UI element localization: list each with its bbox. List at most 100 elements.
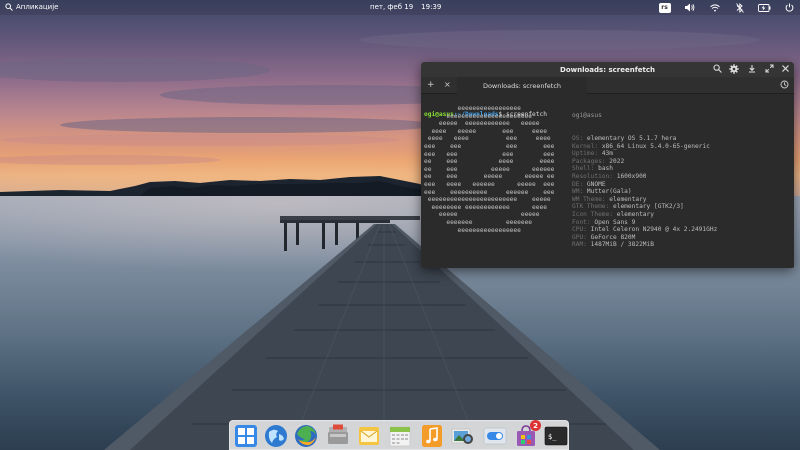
firefox-icon (295, 425, 317, 447)
history-icon[interactable] (780, 80, 789, 89)
info-value: Intel Celeron N2940 @ 4x 2.2491GHz (590, 226, 718, 234)
dock: 2 $_ (229, 420, 569, 450)
dock-item-music[interactable] (420, 424, 444, 448)
logo-line: eee eeeeeeeeee eeeeee eee (424, 188, 555, 196)
terminal-output[interactable]: ogi@asus:~/Downloads$ screenfetch eeeeee… (421, 94, 794, 268)
svg-text:$_: $_ (548, 433, 557, 441)
dock-item-terminal[interactable]: $_ (544, 424, 568, 448)
info-key: GTK Theme: (572, 203, 610, 211)
photos-icon (451, 428, 473, 444)
info-value: elementary OS 5.1.7 hera (586, 134, 677, 142)
settings-toggle-icon (483, 427, 507, 445)
update-count-badge: 2 (530, 420, 541, 431)
tab-downloads-screenfetch[interactable]: Downloads: screenfetch (457, 77, 587, 94)
info-key: WM: (572, 188, 584, 196)
terminal-titlebar[interactable]: Downloads: screenfetch (421, 62, 794, 77)
logo-line: eeeeeeeeeeeeeeeee (424, 226, 521, 234)
terminal-window: Downloads: screenfetch + × Downloads: sc… (421, 62, 794, 268)
info-row: WM Theme: elementary (572, 196, 717, 204)
info-value: 1600x900 (616, 172, 647, 180)
info-row: OS: elementary OS 5.1.7 hera (572, 135, 717, 143)
info-row: Shell: bash (572, 165, 717, 173)
logo-line: ee eee eeeee eeeee ee (424, 173, 555, 181)
dock-item-firefox[interactable] (294, 424, 318, 448)
info-key: WM Theme: (572, 195, 606, 203)
dock-item-system-settings[interactable] (483, 424, 507, 448)
indicator-area: rs (658, 1, 796, 14)
dock-item-web-browser[interactable] (264, 424, 288, 448)
info-value: elementary [GTK2/3] (613, 203, 684, 211)
applications-menu-label: Апликације (16, 3, 59, 11)
maximize-icon[interactable] (765, 64, 774, 73)
download-icon[interactable] (746, 64, 758, 73)
info-row: Font: Open Sans 9 (572, 219, 717, 227)
close-tab-button[interactable]: × (444, 80, 451, 89)
info-key: Resolution: (572, 172, 613, 180)
date-label: пет, феб 19 (370, 3, 414, 11)
terminal-header-actions (713, 64, 790, 74)
mail-icon (359, 427, 379, 445)
logo-line: ee eee eeeee eeeeee (424, 165, 555, 173)
info-value: Mutter(Gala) (586, 188, 632, 196)
info-key: Kernel: (572, 142, 599, 150)
info-row: WM: Mutter(Gala) (572, 188, 717, 196)
battery-charging-icon (758, 3, 771, 12)
session-indicator[interactable] (783, 1, 796, 14)
dock-item-mail[interactable] (357, 424, 381, 448)
info-value: GeForce 820M (590, 233, 636, 241)
datetime-indicator[interactable]: пет, феб 19 19:39 (370, 3, 441, 11)
info-value: GNOME (586, 180, 606, 188)
bluetooth-indicator[interactable] (733, 1, 746, 14)
screenfetch-logo: eeeeeeeeeeeeeeeee eeeeeeeeeeeeeeeeeeeeee… (424, 105, 554, 234)
power-battery-indicator[interactable] (758, 1, 771, 14)
info-key: Shell: (572, 165, 595, 173)
sound-indicator[interactable] (683, 1, 696, 14)
info-row: Resolution: 1600x900 (572, 173, 717, 181)
top-panel: Апликације пет, феб 19 19:39 rs (0, 0, 800, 15)
logo-line: eeeeeeeeeeeeeeeee (424, 105, 521, 112)
info-key: CPU: (572, 226, 587, 234)
power-icon (785, 3, 794, 12)
info-row: GPU: GeForce 820M (572, 234, 717, 242)
gear-icon[interactable] (729, 64, 739, 74)
info-key: Font: (572, 218, 591, 226)
logo-line: eeeeeeeeeeeeeeeeeeeeeeee eeeee (424, 196, 551, 204)
dock-item-appcenter[interactable]: 2 (514, 420, 541, 448)
info-key: GPU: (572, 233, 587, 241)
terminal-tabbar: + × Downloads: screenfetch (421, 77, 794, 94)
keyboard-layout-label: rs (658, 2, 671, 13)
calendar-icon (389, 426, 411, 447)
logo-line: eee eee eee eee (424, 150, 555, 158)
volume-icon (684, 3, 694, 12)
dock-item-photos[interactable] (451, 424, 475, 448)
bluetooth-disabled-icon (735, 2, 744, 13)
info-header: ogi@asus (572, 112, 602, 120)
new-tab-button[interactable]: + (427, 80, 435, 90)
info-value: elementary (616, 210, 654, 218)
close-icon[interactable] (781, 64, 790, 73)
dock-item-calendar[interactable] (388, 424, 412, 448)
info-value: elementary (609, 195, 647, 203)
dock-item-multitasking-view[interactable] (234, 424, 258, 448)
info-key: Uptime: (572, 150, 599, 158)
logo-line: eee eee eee eee (424, 142, 555, 150)
info-row: GTK Theme: elementary [GTK2/3] (572, 203, 717, 211)
dock-item-files[interactable] (326, 424, 350, 448)
screenfetch-info: ogi@asus OS: elementary OS 5.1.7 hera Ker… (572, 97, 717, 249)
search-icon[interactable] (713, 64, 722, 73)
network-indicator[interactable] (708, 1, 721, 14)
terminal-icon: $_ (544, 426, 568, 446)
applications-menu-button[interactable]: Апликације (5, 3, 58, 11)
multitasking-view-icon (235, 425, 257, 447)
info-row: Kernel: x86_64 Linux 5.4.0-65-generic (572, 143, 717, 151)
web-browser-icon (265, 425, 287, 447)
info-row: Uptime: 43m (572, 150, 717, 158)
info-value: bash (598, 165, 613, 173)
info-row: RAM: 1487MiB / 3822MiB (572, 241, 717, 249)
logo-line: eeeeeeeeeeeeeeeeeeeeeee (424, 112, 533, 120)
logo-line: eeeee eeeeeeeeeeee eeeee (424, 120, 540, 128)
info-key: RAM: (572, 241, 587, 249)
keyboard-layout-indicator[interactable]: rs (658, 1, 671, 14)
logo-line: eee eeee eeeeee eeeee eee (424, 180, 555, 188)
info-key: OS: (572, 134, 584, 142)
